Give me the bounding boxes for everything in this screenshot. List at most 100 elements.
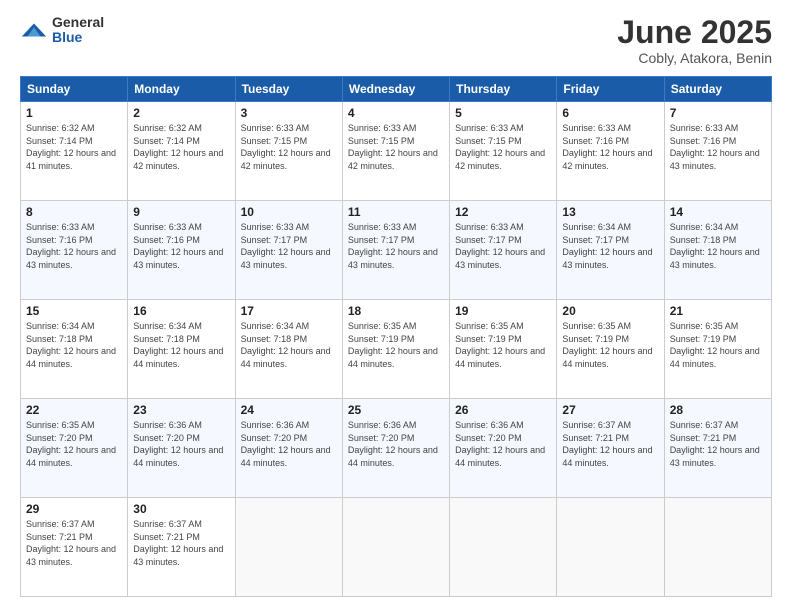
day-number: 13 [562,205,658,219]
day-number: 6 [562,106,658,120]
table-row: 7 Sunrise: 6:33 AMSunset: 7:16 PMDayligh… [664,102,771,201]
day-info: Sunrise: 6:35 AMSunset: 7:19 PMDaylight:… [348,320,444,370]
header-friday: Friday [557,77,664,102]
calendar-table: Sunday Monday Tuesday Wednesday Thursday… [20,76,772,597]
table-row: 30 Sunrise: 6:37 AMSunset: 7:21 PMDaylig… [128,498,235,597]
title-block: June 2025 Cobly, Atakora, Benin [617,15,772,66]
table-row: 29 Sunrise: 6:37 AMSunset: 7:21 PMDaylig… [21,498,128,597]
empty-cell [664,498,771,597]
day-info: Sunrise: 6:34 AMSunset: 7:18 PMDaylight:… [241,320,337,370]
header-saturday: Saturday [664,77,771,102]
table-row: 19 Sunrise: 6:35 AMSunset: 7:19 PMDaylig… [450,300,557,399]
table-row: 23 Sunrise: 6:36 AMSunset: 7:20 PMDaylig… [128,399,235,498]
table-row: 28 Sunrise: 6:37 AMSunset: 7:21 PMDaylig… [664,399,771,498]
day-number: 24 [241,403,337,417]
calendar-week-5: 29 Sunrise: 6:37 AMSunset: 7:21 PMDaylig… [21,498,772,597]
day-info: Sunrise: 6:34 AMSunset: 7:18 PMDaylight:… [670,221,766,271]
day-info: Sunrise: 6:35 AMSunset: 7:20 PMDaylight:… [26,419,122,469]
day-info: Sunrise: 6:33 AMSunset: 7:15 PMDaylight:… [455,122,551,172]
day-info: Sunrise: 6:32 AMSunset: 7:14 PMDaylight:… [26,122,122,172]
logo-text: General Blue [52,15,104,46]
day-info: Sunrise: 6:33 AMSunset: 7:16 PMDaylight:… [562,122,658,172]
table-row: 4 Sunrise: 6:33 AMSunset: 7:15 PMDayligh… [342,102,449,201]
table-row: 3 Sunrise: 6:33 AMSunset: 7:15 PMDayligh… [235,102,342,201]
calendar-week-1: 1 Sunrise: 6:32 AMSunset: 7:14 PMDayligh… [21,102,772,201]
day-number: 10 [241,205,337,219]
table-row: 13 Sunrise: 6:34 AMSunset: 7:17 PMDaylig… [557,201,664,300]
table-row: 20 Sunrise: 6:35 AMSunset: 7:19 PMDaylig… [557,300,664,399]
day-number: 22 [26,403,122,417]
calendar-header-row: Sunday Monday Tuesday Wednesday Thursday… [21,77,772,102]
day-info: Sunrise: 6:36 AMSunset: 7:20 PMDaylight:… [241,419,337,469]
header-monday: Monday [128,77,235,102]
header-wednesday: Wednesday [342,77,449,102]
day-number: 18 [348,304,444,318]
table-row: 10 Sunrise: 6:33 AMSunset: 7:17 PMDaylig… [235,201,342,300]
header-thursday: Thursday [450,77,557,102]
table-row: 15 Sunrise: 6:34 AMSunset: 7:18 PMDaylig… [21,300,128,399]
table-row: 2 Sunrise: 6:32 AMSunset: 7:14 PMDayligh… [128,102,235,201]
day-info: Sunrise: 6:36 AMSunset: 7:20 PMDaylight:… [455,419,551,469]
header-tuesday: Tuesday [235,77,342,102]
day-number: 16 [133,304,229,318]
empty-cell [450,498,557,597]
day-number: 2 [133,106,229,120]
day-number: 14 [670,205,766,219]
table-row: 6 Sunrise: 6:33 AMSunset: 7:16 PMDayligh… [557,102,664,201]
calendar-week-3: 15 Sunrise: 6:34 AMSunset: 7:18 PMDaylig… [21,300,772,399]
day-info: Sunrise: 6:37 AMSunset: 7:21 PMDaylight:… [562,419,658,469]
day-number: 27 [562,403,658,417]
day-number: 15 [26,304,122,318]
table-row: 22 Sunrise: 6:35 AMSunset: 7:20 PMDaylig… [21,399,128,498]
table-row: 24 Sunrise: 6:36 AMSunset: 7:20 PMDaylig… [235,399,342,498]
day-info: Sunrise: 6:35 AMSunset: 7:19 PMDaylight:… [562,320,658,370]
calendar-week-2: 8 Sunrise: 6:33 AMSunset: 7:16 PMDayligh… [21,201,772,300]
empty-cell [342,498,449,597]
day-info: Sunrise: 6:33 AMSunset: 7:17 PMDaylight:… [455,221,551,271]
main-title: June 2025 [617,15,772,50]
day-info: Sunrise: 6:37 AMSunset: 7:21 PMDaylight:… [26,518,122,568]
table-row: 18 Sunrise: 6:35 AMSunset: 7:19 PMDaylig… [342,300,449,399]
day-info: Sunrise: 6:37 AMSunset: 7:21 PMDaylight:… [670,419,766,469]
day-number: 28 [670,403,766,417]
day-number: 11 [348,205,444,219]
day-info: Sunrise: 6:35 AMSunset: 7:19 PMDaylight:… [670,320,766,370]
day-info: Sunrise: 6:33 AMSunset: 7:15 PMDaylight:… [348,122,444,172]
calendar-week-4: 22 Sunrise: 6:35 AMSunset: 7:20 PMDaylig… [21,399,772,498]
table-row: 9 Sunrise: 6:33 AMSunset: 7:16 PMDayligh… [128,201,235,300]
day-info: Sunrise: 6:36 AMSunset: 7:20 PMDaylight:… [348,419,444,469]
day-info: Sunrise: 6:33 AMSunset: 7:16 PMDaylight:… [670,122,766,172]
day-number: 3 [241,106,337,120]
table-row: 11 Sunrise: 6:33 AMSunset: 7:17 PMDaylig… [342,201,449,300]
day-info: Sunrise: 6:33 AMSunset: 7:17 PMDaylight:… [241,221,337,271]
table-row: 21 Sunrise: 6:35 AMSunset: 7:19 PMDaylig… [664,300,771,399]
day-number: 9 [133,205,229,219]
day-number: 21 [670,304,766,318]
table-row: 16 Sunrise: 6:34 AMSunset: 7:18 PMDaylig… [128,300,235,399]
day-info: Sunrise: 6:36 AMSunset: 7:20 PMDaylight:… [133,419,229,469]
day-info: Sunrise: 6:34 AMSunset: 7:18 PMDaylight:… [26,320,122,370]
day-info: Sunrise: 6:37 AMSunset: 7:21 PMDaylight:… [133,518,229,568]
day-number: 29 [26,502,122,516]
day-info: Sunrise: 6:33 AMSunset: 7:17 PMDaylight:… [348,221,444,271]
table-row: 12 Sunrise: 6:33 AMSunset: 7:17 PMDaylig… [450,201,557,300]
table-row: 14 Sunrise: 6:34 AMSunset: 7:18 PMDaylig… [664,201,771,300]
logo: General Blue [20,15,104,46]
day-info: Sunrise: 6:33 AMSunset: 7:15 PMDaylight:… [241,122,337,172]
day-number: 17 [241,304,337,318]
day-info: Sunrise: 6:32 AMSunset: 7:14 PMDaylight:… [133,122,229,172]
day-number: 23 [133,403,229,417]
logo-icon [20,16,48,44]
table-row: 25 Sunrise: 6:36 AMSunset: 7:20 PMDaylig… [342,399,449,498]
day-number: 30 [133,502,229,516]
day-info: Sunrise: 6:34 AMSunset: 7:17 PMDaylight:… [562,221,658,271]
day-info: Sunrise: 6:34 AMSunset: 7:18 PMDaylight:… [133,320,229,370]
empty-cell [235,498,342,597]
subtitle: Cobly, Atakora, Benin [617,50,772,66]
day-info: Sunrise: 6:33 AMSunset: 7:16 PMDaylight:… [133,221,229,271]
day-number: 25 [348,403,444,417]
day-number: 26 [455,403,551,417]
table-row: 27 Sunrise: 6:37 AMSunset: 7:21 PMDaylig… [557,399,664,498]
day-info: Sunrise: 6:35 AMSunset: 7:19 PMDaylight:… [455,320,551,370]
table-row: 17 Sunrise: 6:34 AMSunset: 7:18 PMDaylig… [235,300,342,399]
